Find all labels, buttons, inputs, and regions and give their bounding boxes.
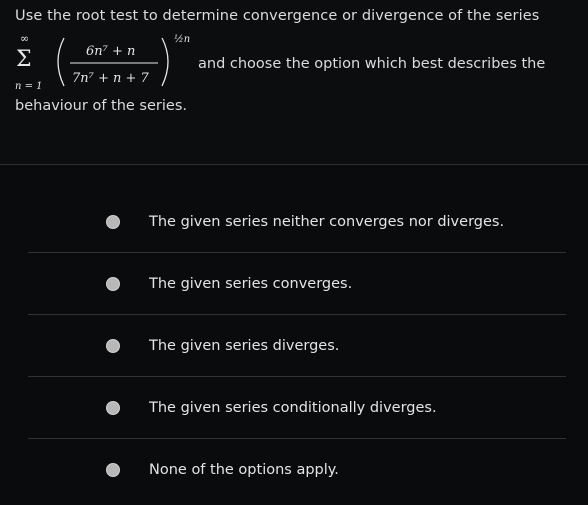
- option-neither[interactable]: The given series neither converges nor d…: [28, 191, 566, 253]
- option-diverges[interactable]: The given series diverges.: [28, 315, 566, 377]
- option-label: None of the options apply.: [149, 461, 339, 478]
- fraction-denominator: 7n⁷ + n + 7: [72, 71, 150, 86]
- right-paren: [161, 37, 169, 87]
- answer-options-panel: The given series neither converges nor d…: [0, 164, 588, 505]
- sigma-symbol: Σ: [16, 47, 32, 72]
- option-label: The given series neither converges nor d…: [149, 213, 505, 230]
- question-block: Use the root test to determine convergen…: [0, 0, 588, 160]
- radio-button[interactable]: [106, 214, 120, 229]
- radio-button[interactable]: [106, 276, 120, 291]
- option-converges[interactable]: The given series converges.: [28, 253, 566, 315]
- series-formula: ∞ Σ n = 1 6n⁷ + n 7n⁷ + n + 7 ½n: [15, 32, 190, 92]
- fraction-numerator: 6n⁷ + n: [86, 44, 135, 59]
- option-label: The given series converges.: [149, 275, 353, 292]
- question-text-line2: behaviour of the series.: [15, 98, 187, 114]
- radio-button[interactable]: [106, 338, 120, 353]
- exponent: ½n: [174, 34, 190, 45]
- sum-lower-limit: n = 1: [15, 81, 43, 92]
- radio-button[interactable]: [106, 400, 120, 415]
- sum-upper-limit: ∞: [20, 32, 29, 45]
- option-label: The given series conditionally diverges.: [149, 399, 437, 416]
- left-paren: [57, 37, 65, 87]
- question-text-side: and choose the option which best describ…: [198, 56, 546, 72]
- question-text-line1: Use the root test to determine convergen…: [15, 8, 540, 24]
- option-none[interactable]: None of the options apply.: [28, 439, 566, 500]
- option-conditionally-diverges[interactable]: The given series conditionally diverges.: [28, 377, 566, 439]
- option-label: The given series diverges.: [149, 337, 340, 354]
- radio-button[interactable]: [106, 462, 120, 477]
